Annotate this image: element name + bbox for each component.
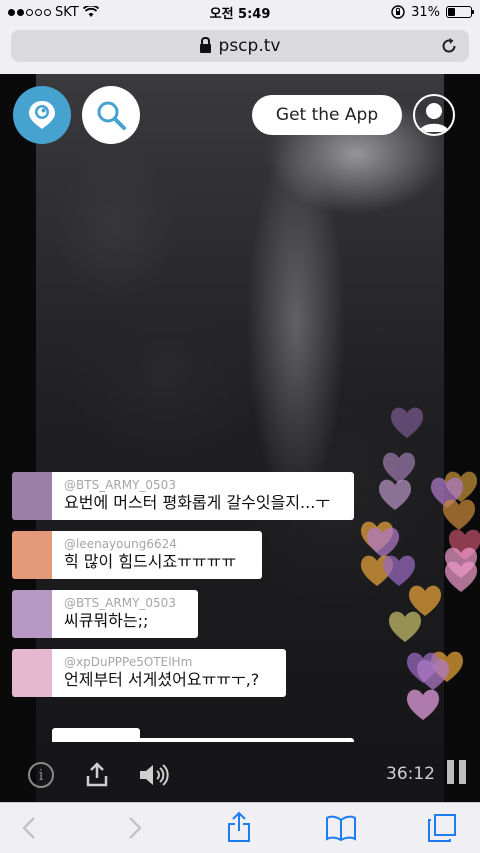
avatar[interactable] [12, 531, 52, 579]
share-icon[interactable] [227, 811, 251, 843]
volume-button[interactable] [138, 762, 170, 788]
back-icon[interactable] [20, 815, 38, 841]
info-icon: i [38, 766, 44, 784]
heart-icon [390, 407, 424, 438]
tabs-icon[interactable] [426, 813, 458, 843]
signal-strength-icon [8, 8, 51, 16]
profile-button[interactable] [413, 94, 455, 136]
avatar[interactable] [12, 472, 52, 520]
heart-icon [388, 611, 422, 642]
status-bar: SKT 오전 5:49 31% [0, 0, 480, 24]
address-bar[interactable]: pscp.tv [11, 30, 469, 62]
battery-status: 31% [391, 4, 474, 20]
lock-icon [199, 36, 211, 53]
avatar[interactable] [12, 590, 52, 638]
wifi-icon [82, 6, 99, 17]
pause-icon [447, 760, 454, 784]
battery-percent: 31% [411, 4, 440, 20]
chat-message: @xpDuPPPe5OTElHm 언제부터 서게셨어요ㅠㅠㅜ,? [12, 649, 286, 697]
battery-icon [446, 6, 474, 18]
chat-message: @BTS_ARMY_0503 씨큐뭐하는;; [12, 590, 198, 638]
get-the-app-button[interactable]: Get the App [252, 95, 402, 135]
carrier-signal: SKT [8, 5, 99, 20]
avatar[interactable] [12, 649, 52, 697]
chat-text: 요번에 머스터 평화롭게 갈수잇을지...ㅜ [64, 493, 331, 512]
heart-icon [406, 689, 440, 720]
search-button[interactable] [82, 86, 140, 144]
chat-message: @BTS_ARMY_0503 요번에 머스터 평화롭게 갈수잇을지...ㅜ [12, 472, 354, 520]
chat-text: 씨큐뭐하는;; [64, 611, 149, 630]
chat-username[interactable]: @BTS_ARMY_0503 [64, 596, 188, 610]
periscope-home-button[interactable] [13, 86, 71, 144]
search-icon [97, 101, 126, 130]
periscope-logo-icon [29, 101, 55, 129]
heart-icon [378, 479, 412, 510]
bookmarks-icon[interactable] [325, 815, 357, 841]
share-broadcast-button[interactable] [86, 762, 108, 788]
forward-icon[interactable] [126, 815, 144, 841]
carrier-name: SKT [55, 4, 79, 20]
chat-message: @leenayoung6624 힉 많이 힘드시죠ㅠㅠㅠㅠ [12, 531, 262, 579]
browser-address-area: pscp.tv [0, 24, 480, 74]
pause-button[interactable] [447, 760, 467, 784]
chat-username[interactable]: @leenayoung6624 [64, 537, 252, 551]
broadcast-timer: 36:12 [386, 764, 435, 784]
heart-icon [444, 561, 478, 592]
chat-text: 힉 많이 힘드시죠ㅠㅠㅠㅠ [64, 552, 237, 571]
profile-icon [419, 103, 449, 132]
chat-username[interactable]: @BTS_ARMY_0503 [64, 478, 344, 492]
url-text: pscp.tv [218, 36, 281, 56]
info-button[interactable]: i [28, 762, 54, 788]
chat-text: 언제부터 서게셨어요ㅠㅠㅜ,? [64, 670, 260, 689]
broadcast-video[interactable]: Get the App @BTS_ARMY_0503 요번에 머스터 평화롭게 … [0, 74, 480, 802]
chat-username[interactable]: @xpDuPPPe5OTElHm [64, 655, 276, 669]
chat-message-partial [52, 738, 354, 742]
reload-icon[interactable] [439, 36, 459, 56]
chat-comments: @BTS_ARMY_0503 요번에 머스터 평화롭게 갈수잇을지...ㅜ @l… [12, 472, 357, 708]
browser-toolbar [0, 802, 480, 853]
orientation-lock-icon [391, 5, 405, 19]
